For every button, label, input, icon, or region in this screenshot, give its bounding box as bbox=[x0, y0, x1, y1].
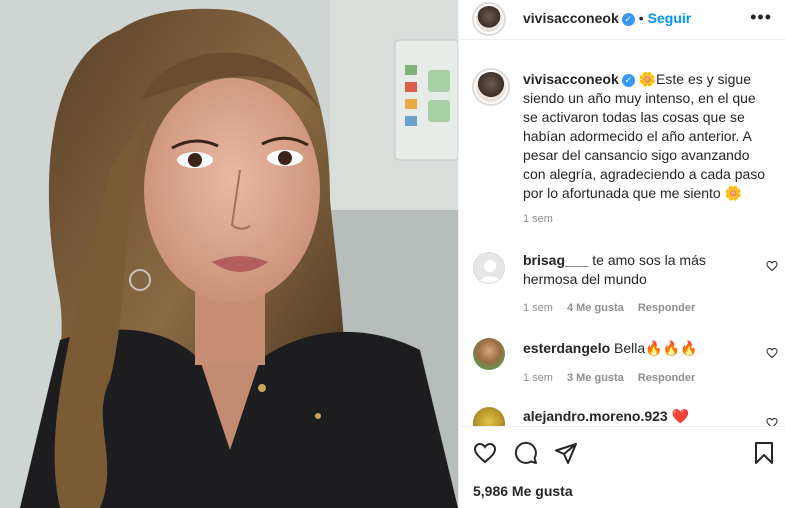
header-user-line: vivisacconeok ✓ • Seguir bbox=[523, 10, 691, 26]
separator-dot: • bbox=[638, 10, 644, 26]
comment-like-heart-icon[interactable] bbox=[766, 347, 778, 359]
verified-icon: ✓ bbox=[621, 13, 635, 26]
comment-icon[interactable] bbox=[514, 441, 538, 465]
comment-username[interactable]: alejandro.moreno.923 bbox=[523, 408, 668, 424]
caption-username[interactable]: vivisacconeok bbox=[523, 71, 619, 87]
comment-meta: 1 sem 3 Me gusta Responder bbox=[523, 372, 695, 384]
bookmark-icon[interactable] bbox=[752, 441, 776, 465]
comments-list[interactable]: vivisacconeok ✓ 🌼Este es y sigue siendo u… bbox=[459, 41, 785, 426]
caption-text: 🌼Este es y sigue siendo un año muy inten… bbox=[523, 71, 766, 201]
verified-icon: ✓ bbox=[621, 74, 635, 87]
more-options-icon[interactable]: ••• bbox=[750, 8, 772, 26]
caption: vivisacconeok ✓ 🌼Este es y sigue siendo u… bbox=[523, 70, 771, 203]
comment-text: Bella🔥🔥🔥 bbox=[614, 340, 698, 356]
comment-item: esterdangelo Bella🔥🔥🔥 bbox=[523, 339, 733, 358]
comment-avatar[interactable] bbox=[473, 407, 505, 426]
like-count[interactable]: 5,986 Me gusta bbox=[473, 483, 573, 499]
post-actions-bar: 5,986 Me gusta bbox=[459, 426, 785, 508]
heart-icon[interactable] bbox=[473, 441, 497, 465]
comment-avatar[interactable] bbox=[473, 338, 505, 370]
follow-button[interactable]: Seguir bbox=[648, 10, 692, 26]
post-header: vivisacconeok ✓ • Seguir ••• bbox=[459, 0, 785, 40]
comment-username[interactable]: brisag___ bbox=[523, 252, 588, 268]
reply-button[interactable]: Responder bbox=[638, 302, 695, 314]
comment-like-heart-icon[interactable] bbox=[766, 417, 778, 426]
paper-plane-icon[interactable] bbox=[554, 441, 578, 465]
author-avatar[interactable] bbox=[472, 2, 506, 36]
caption-time[interactable]: 1 sem bbox=[523, 213, 553, 225]
selfie-illustration bbox=[0, 0, 458, 508]
comment-item: brisag___ te amo sos la más hermosa del … bbox=[523, 251, 733, 289]
comment-avatar[interactable] bbox=[473, 252, 505, 284]
comment-time[interactable]: 1 sem bbox=[523, 302, 553, 314]
comment-likes[interactable]: 3 Me gusta bbox=[567, 372, 624, 384]
post-photo[interactable] bbox=[0, 0, 458, 508]
comment-time[interactable]: 1 sem bbox=[523, 372, 553, 384]
caption-meta: 1 sem bbox=[523, 213, 553, 225]
reply-button[interactable]: Responder bbox=[638, 372, 695, 384]
comment-text: ❤️ bbox=[671, 408, 690, 424]
comment-username[interactable]: esterdangelo bbox=[523, 340, 610, 356]
author-username[interactable]: vivisacconeok bbox=[523, 10, 619, 26]
default-avatar-icon bbox=[479, 260, 501, 283]
caption-avatar[interactable] bbox=[472, 68, 510, 106]
comment-meta: 1 sem 4 Me gusta Responder bbox=[523, 302, 695, 314]
comment-likes[interactable]: 4 Me gusta bbox=[567, 302, 624, 314]
post-side-panel: vivisacconeok ✓ • Seguir ••• vivisacconeok ✓… bbox=[458, 0, 785, 508]
comment-like-heart-icon[interactable] bbox=[766, 260, 778, 272]
comment-item: alejandro.moreno.923 ❤️ bbox=[523, 407, 733, 426]
